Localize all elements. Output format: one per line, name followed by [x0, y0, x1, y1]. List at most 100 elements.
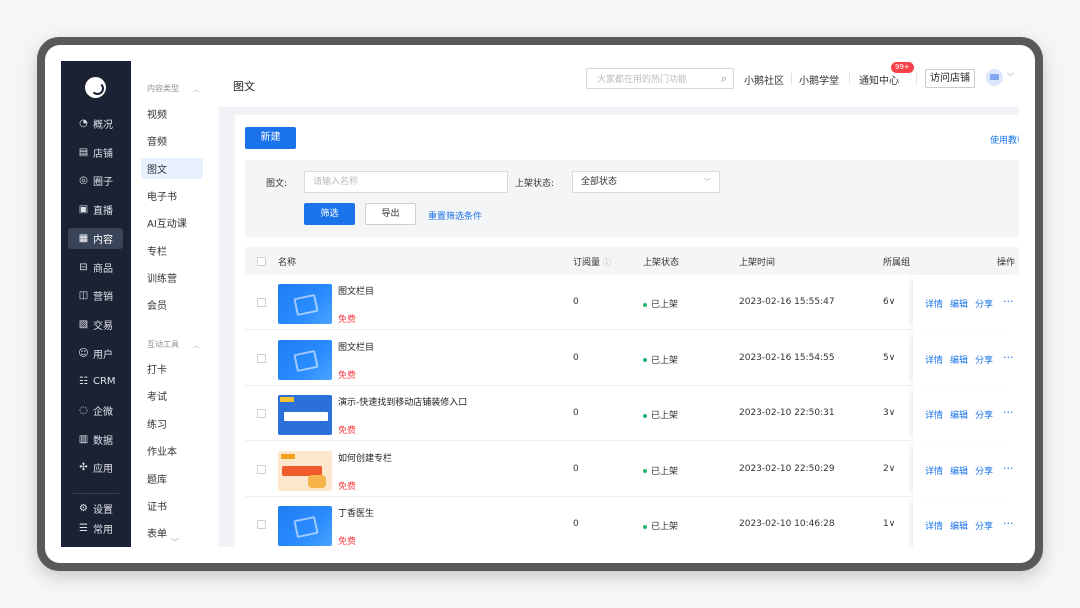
cover-thumbnail[interactable] [278, 395, 332, 435]
status-select[interactable]: 全部状态 ﹀ [572, 171, 720, 193]
notification-center-link[interactable]: 通知中心 [859, 72, 899, 87]
subnav-item[interactable]: 考试 [141, 385, 203, 406]
brand-logo[interactable] [85, 77, 106, 98]
sidebar-item-wecom[interactable]: ◌ 企微 [68, 400, 123, 421]
sidebar-item-marketing[interactable]: ◫ 营销 [68, 285, 123, 306]
subscription-count: 0 [573, 519, 579, 529]
name-search-input[interactable]: 请输入名称 [304, 171, 508, 193]
share-link[interactable]: 分享 [975, 519, 993, 532]
sidebar-item-favorites[interactable]: ☰ 常用 [68, 521, 123, 536]
more-icon[interactable]: ··· [1003, 295, 1014, 308]
sidebar-item-data[interactable]: ▥ 数据 [68, 429, 123, 450]
subnav-item[interactable]: 题库 [141, 468, 203, 489]
detail-link[interactable]: 详情 [925, 464, 943, 477]
subnav-item[interactable]: 视频 [141, 103, 203, 124]
content-type-group-header[interactable]: 内容类型 ︿ [147, 83, 200, 94]
subnav-item[interactable]: 音频 [141, 130, 203, 151]
item-title[interactable]: 图文栏目 [338, 340, 374, 353]
cover-thumbnail[interactable] [278, 339, 332, 380]
edit-link[interactable]: 编辑 [950, 353, 968, 366]
edit-link[interactable]: 编辑 [950, 519, 968, 532]
sidebar-item-circle[interactable]: ◎ 圈子 [68, 170, 123, 191]
subnav-item[interactable]: 会员 [141, 294, 203, 315]
sidebar-item-overview[interactable]: ◔ 概况 [68, 113, 123, 134]
edit-link[interactable]: 编辑 [950, 408, 968, 421]
chevron-down-icon[interactable]: ﹀ [1007, 72, 1014, 82]
detail-link[interactable]: 详情 [925, 297, 943, 310]
sidebar-item-settings[interactable]: ⚙ 设置 [68, 501, 123, 516]
share-link[interactable]: 分享 [975, 408, 993, 421]
cover-thumbnail[interactable] [278, 506, 332, 546]
item-title[interactable]: 演示-快速找到移动店铺装修入口 [338, 395, 467, 408]
row-checkbox[interactable] [257, 520, 266, 529]
item-title[interactable]: 图文栏目 [338, 284, 374, 297]
sidebar-item-users[interactable]: ☺ 用户 [68, 343, 123, 364]
subnav-item[interactable]: 训练营 [141, 267, 203, 288]
subnav-item[interactable]: 专栏 [141, 240, 203, 261]
subnav-item[interactable]: 图文 [141, 157, 203, 179]
page-title: 图文 [233, 80, 255, 93]
sidebar-item-trade[interactable]: ▧ 交易 [68, 314, 123, 335]
select-all-checkbox[interactable] [257, 257, 266, 266]
subnav-item[interactable]: 作业本 [141, 440, 203, 461]
table-row[interactable]: 丁香医生 免费 0 已上架 2023-02-10 10:46:28 1∨ 详情 编辑 分享 ··· [245, 497, 1019, 547]
info-icon: ⓘ [602, 258, 611, 267]
search-icon[interactable]: ⌕ [721, 72, 727, 86]
cover-thumbnail[interactable] [278, 284, 332, 324]
subnav-item[interactable]: AI互动课 [141, 212, 203, 233]
subnav-item[interactable]: 打卡 [141, 358, 203, 379]
sidebar-item-store[interactable]: ▤ 店铺 [68, 142, 123, 163]
sidebar-item-label: 数据 [93, 435, 113, 447]
status-dot-icon [643, 302, 647, 307]
community-link[interactable]: 小鹅社区 [744, 72, 784, 87]
chevron-down-icon[interactable]: ﹀ [171, 537, 179, 547]
table-row[interactable]: 图文栏目 免费 0 已上架 2023-02-16 15:54:55 5∨ 详情 编辑 分享 ··· [245, 330, 1019, 386]
new-button[interactable]: 新建 [245, 127, 296, 149]
subnav-item[interactable]: 练习 [141, 413, 203, 434]
interactive-tools-group-header[interactable]: 互动工具 ︿ [147, 339, 200, 350]
subnav-item[interactable]: 电子书 [141, 185, 203, 206]
sidebar-item-content[interactable]: ▦ 内容 [68, 227, 123, 249]
row-checkbox[interactable] [257, 298, 266, 307]
group-dropdown[interactable]: 6∨ [883, 297, 895, 307]
more-icon[interactable]: ··· [1003, 517, 1014, 530]
sidebar-item-label: 圈子 [93, 177, 113, 189]
edit-link[interactable]: 编辑 [950, 297, 968, 310]
share-link[interactable]: 分享 [975, 353, 993, 366]
row-checkbox[interactable] [257, 353, 266, 363]
sidebar-item-apps[interactable]: ✣ 应用 [68, 457, 123, 478]
group-dropdown[interactable]: 1∨ [883, 519, 895, 529]
academy-link[interactable]: 小鹅学堂 [799, 72, 839, 87]
item-title[interactable]: 如何创建专栏 [338, 451, 392, 464]
sidebar-item-live[interactable]: ▣ 直播 [68, 199, 123, 220]
group-dropdown[interactable]: 2∨ [883, 464, 895, 474]
sidebar-item-crm[interactable]: ☷ CRM [68, 371, 123, 392]
detail-link[interactable]: 详情 [925, 408, 943, 421]
search-input[interactable]: 大家都在用的热门功能 ⌕ [586, 68, 734, 89]
group-dropdown[interactable]: 5∨ [883, 353, 895, 363]
item-title[interactable]: 丁香医生 [338, 506, 374, 519]
share-link[interactable]: 分享 [975, 297, 993, 310]
more-icon[interactable]: ··· [1003, 406, 1014, 419]
row-checkbox[interactable] [257, 409, 266, 418]
visit-store-button[interactable]: 访问店铺 [925, 69, 975, 88]
reset-filters-link[interactable]: 重置筛选条件 [428, 209, 482, 222]
group-dropdown[interactable]: 3∨ [883, 408, 895, 418]
tutorial-link[interactable]: 使用教程 [990, 133, 1019, 146]
table-row[interactable]: 如何创建专栏 免费 0 已上架 2023-02-10 22:50:29 2∨ 详情 编辑 分享 ·… [245, 441, 1019, 497]
subnav-item[interactable]: 证书 [141, 495, 203, 516]
detail-link[interactable]: 详情 [925, 353, 943, 366]
table-row[interactable]: 演示-快速找到移动店铺装修入口 免费 0 已上架 2023-02-10 22:50:31… [245, 386, 1019, 441]
table-row[interactable]: 图文栏目 免费 0 已上架 2023-02-16 15:55:47 6∨ 详情 编辑 分享 ··· [245, 275, 1019, 330]
avatar[interactable] [986, 69, 1003, 86]
cover-thumbnail[interactable] [278, 450, 332, 491]
edit-link[interactable]: 编辑 [950, 464, 968, 477]
detail-link[interactable]: 详情 [925, 519, 943, 532]
sidebar-item-goods[interactable]: ⊟ 商品 [68, 257, 123, 278]
more-icon[interactable]: ··· [1003, 462, 1014, 475]
export-button[interactable]: 导出 [365, 203, 416, 225]
row-checkbox[interactable] [257, 464, 266, 474]
share-link[interactable]: 分享 [975, 464, 993, 477]
filter-button[interactable]: 筛选 [304, 203, 355, 225]
more-icon[interactable]: ··· [1003, 351, 1014, 364]
